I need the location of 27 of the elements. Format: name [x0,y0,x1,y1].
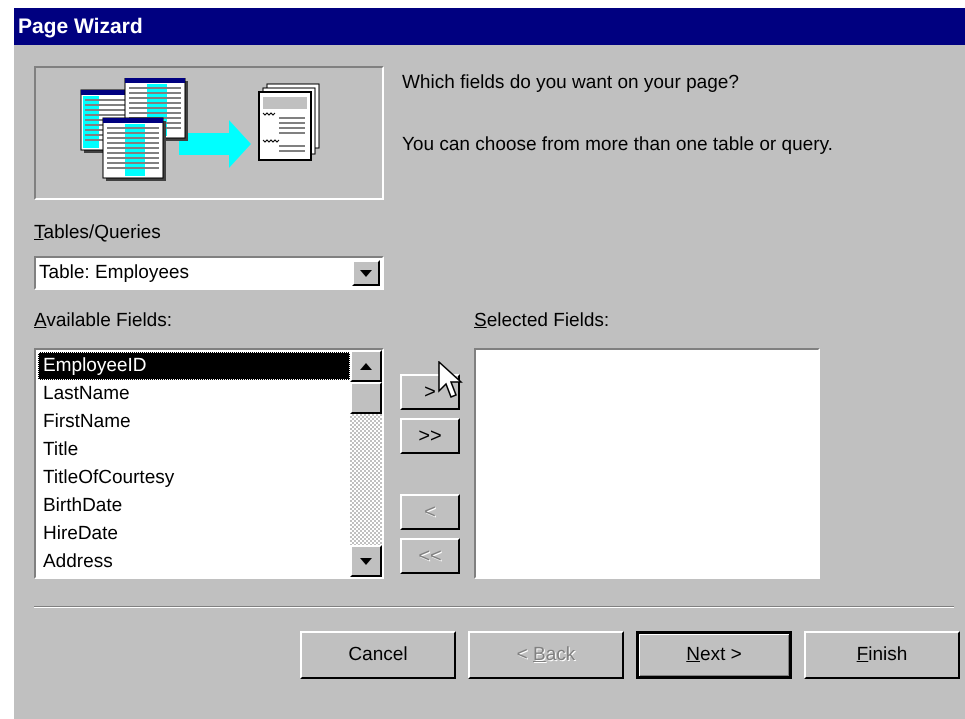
tables-queries-dropdown[interactable]: Table: Employees [34,256,384,290]
mouse-pointer-icon [438,361,464,401]
selected-fields-label: Selected Fields: [474,310,610,332]
question-text: Which fields do you want on your page? [402,72,740,94]
field-item[interactable]: BirthDate [38,492,350,520]
available-fields-label: Available Fields: [34,310,174,332]
scroll-down-icon [360,558,372,564]
selected-fields-list[interactable] [474,348,820,579]
tables-queries-label: Tables/Queries [34,222,161,244]
field-item[interactable]: LastName [38,380,350,408]
wizard-button[interactable]: Next > [636,631,792,679]
field-item[interactable]: Title [38,436,350,464]
caret-icon [360,270,372,276]
window-title: Page Wizard [14,8,965,45]
field-item[interactable]: HireDate [38,520,350,548]
wizard-button[interactable]: Finish [804,631,960,679]
field-item[interactable]: EmployeeID [38,352,350,380]
wizard-button[interactable]: Cancel [300,631,456,679]
field-item[interactable]: Address [38,548,350,576]
hint-text: You can choose from more than one table or query. [402,134,833,156]
field-item[interactable]: TitleOfCourtesy [38,464,350,492]
scrollbar[interactable] [350,350,382,577]
available-fields-list[interactable]: EmployeeID LastName FirstName Title TitleOfCourtesy BirthDate HireDate Address [34,348,384,579]
transfer-button[interactable]: >> [400,418,460,454]
scroll-thumb[interactable] [350,382,382,414]
scroll-up-icon [360,362,372,370]
field-item[interactable]: FirstName [38,408,350,436]
